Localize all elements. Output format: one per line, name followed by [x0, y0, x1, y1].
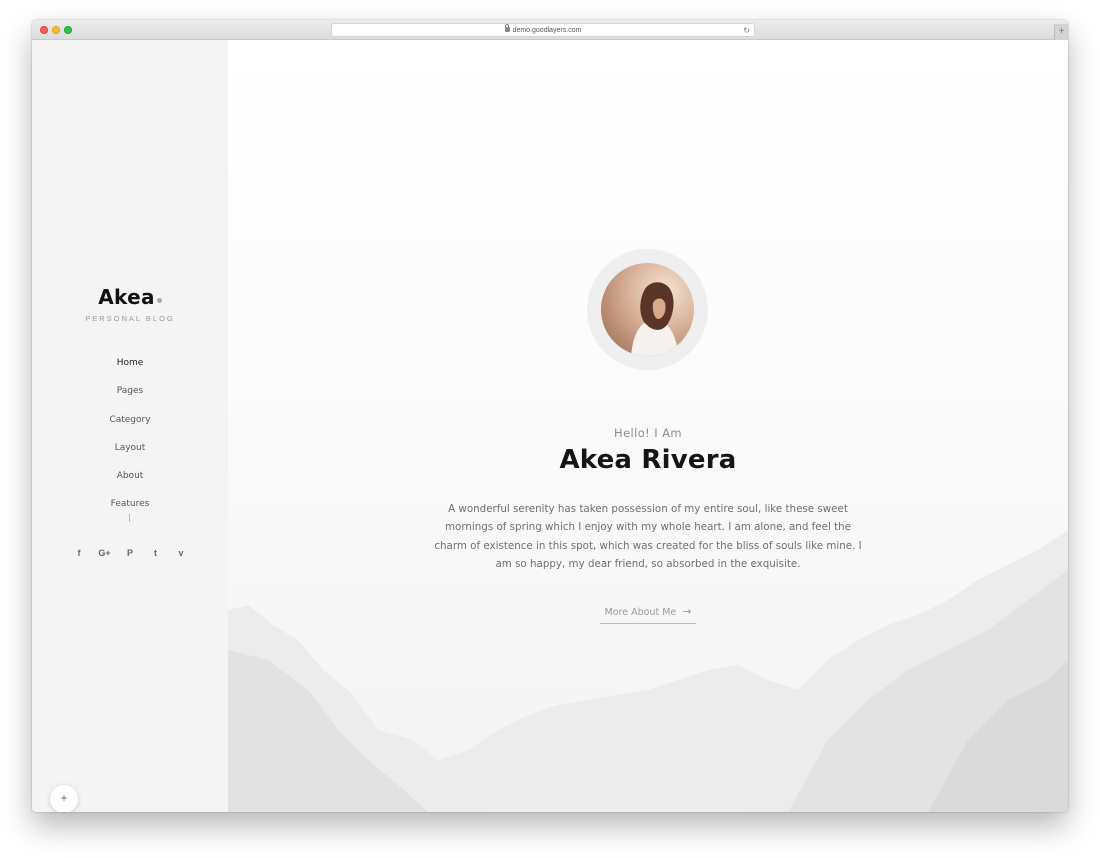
pinterest-icon[interactable]: P — [123, 546, 137, 560]
hero-bio: A wonderful serenity has taken possessio… — [434, 503, 862, 570]
facebook-icon[interactable]: f — [72, 546, 86, 560]
page-content: Akea PERSONAL BLOG Home Pages Category L… — [32, 40, 1068, 812]
vimeo-icon[interactable]: v — [174, 546, 188, 560]
floating-plus-button[interactable]: + — [50, 785, 78, 812]
close-window-button[interactable] — [40, 26, 48, 34]
site-logo[interactable]: Akea — [32, 285, 228, 309]
logo-dot-icon — [156, 298, 162, 303]
profile-photo-avatar — [601, 263, 694, 356]
google-plus-icon[interactable]: G+ — [98, 546, 112, 560]
nav-item-layout[interactable]: Layout — [32, 443, 228, 471]
twitter-icon[interactable]: t — [149, 546, 163, 560]
url-text: demo.goodlayers.com — [512, 27, 582, 34]
browser-window: demo.goodlayers.com ↻ + Akea PERSONAL BL… — [32, 20, 1068, 812]
nav-item-home[interactable]: Home — [32, 358, 228, 386]
nav-item-features[interactable]: Features — [32, 499, 228, 527]
reload-icon[interactable]: ↻ — [743, 24, 750, 37]
sidebar: Akea PERSONAL BLOG Home Pages Category L… — [32, 40, 228, 812]
nav-item-category[interactable]: Category — [32, 415, 228, 443]
nav-item-pages[interactable]: Pages — [32, 386, 228, 414]
nav-item-about[interactable]: About — [32, 471, 228, 499]
hero-section: Hello! I Am Akea Rivera A wonderful sere… — [228, 40, 1068, 812]
hero-greeting: Hello! I Am — [614, 426, 682, 440]
browser-titlebar: demo.goodlayers.com ↻ + — [32, 20, 1068, 40]
maximize-window-button[interactable] — [64, 26, 72, 34]
minimize-window-button[interactable] — [52, 26, 60, 34]
lock-icon — [504, 24, 510, 32]
site-tagline: PERSONAL BLOG — [85, 314, 175, 323]
address-bar[interactable]: demo.goodlayers.com ↻ — [331, 23, 755, 37]
social-links: f G+ P t v — [72, 546, 188, 560]
new-tab-button[interactable]: + — [1054, 24, 1068, 40]
hero-name: Akea Rivera — [559, 445, 737, 475]
main-nav: Home Pages Category Layout About Feature… — [32, 358, 228, 528]
avatar-frame — [587, 249, 708, 370]
more-about-me-link[interactable]: More About Me → — [600, 603, 696, 624]
more-about-me-label: More About Me — [604, 607, 677, 618]
arrow-right-icon: → — [682, 605, 692, 618]
hero-content: Hello! I Am Akea Rivera A wonderful sere… — [228, 40, 1068, 812]
profile-photo-illustration — [631, 282, 679, 356]
nav-divider — [129, 514, 130, 522]
logo-text: Akea — [98, 285, 155, 309]
